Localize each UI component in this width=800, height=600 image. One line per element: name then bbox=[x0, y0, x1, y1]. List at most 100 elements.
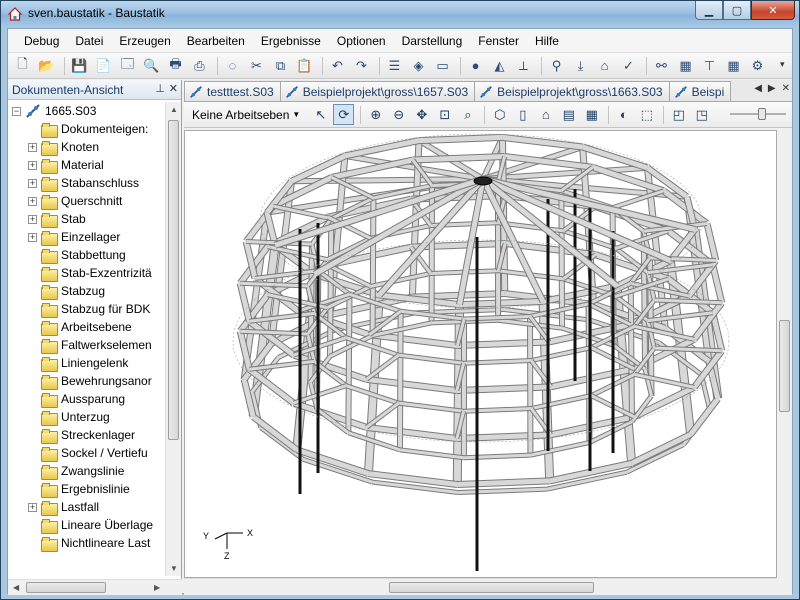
open-icon[interactable]: 📂 bbox=[36, 55, 57, 76]
tree-root[interactable]: − 1665.S03 bbox=[8, 102, 166, 120]
zoom-slider[interactable] bbox=[730, 108, 786, 120]
toolbar-overflow-icon[interactable]: ▾ bbox=[780, 59, 790, 73]
redo-icon[interactable]: ↷ bbox=[351, 55, 372, 76]
monitor-icon[interactable]: ▭ bbox=[432, 55, 453, 76]
scroll-left-icon[interactable]: ◀ bbox=[13, 583, 19, 592]
tree-item[interactable]: Arbeitsebene bbox=[8, 318, 166, 336]
tree-item[interactable]: + Einzellager bbox=[8, 228, 166, 246]
minimize-button[interactable]: ▁ bbox=[695, 1, 723, 20]
tree-item[interactable]: Streckenlager bbox=[8, 426, 166, 444]
document-icon[interactable]: 📄 bbox=[93, 55, 114, 76]
paste-icon[interactable]: 📋 bbox=[294, 55, 315, 76]
menu-debug[interactable]: Debug bbox=[16, 31, 67, 51]
zoom-out-icon[interactable]: ⊖ bbox=[388, 104, 409, 125]
tree-item[interactable]: Ergebnislinie bbox=[8, 480, 166, 498]
expand-icon[interactable]: + bbox=[28, 142, 37, 152]
copy-icon[interactable]: ⧉ bbox=[270, 55, 291, 76]
node-icon[interactable]: ⚲ bbox=[546, 55, 567, 76]
tree-item[interactable]: + Querschnitt bbox=[8, 192, 166, 210]
cut-icon[interactable]: ✂ bbox=[246, 55, 267, 76]
model-icon[interactable]: ⌂ bbox=[594, 55, 615, 76]
tree-item[interactable]: Lineare Überlage bbox=[8, 516, 166, 534]
scroll-right-icon[interactable]: ▶ bbox=[154, 583, 160, 592]
tree-item[interactable]: Faltwerkselemen bbox=[8, 336, 166, 354]
viewport-horizontal-scroll-thumb[interactable] bbox=[389, 582, 594, 593]
tree-horizontal-scroll-thumb[interactable] bbox=[26, 582, 106, 593]
document-tab[interactable]: testttest.S03 bbox=[184, 81, 281, 101]
tree-item[interactable]: + Lastfall bbox=[8, 498, 166, 516]
link-icon[interactable]: ⚯ bbox=[651, 55, 672, 76]
expand-icon[interactable]: + bbox=[28, 502, 37, 512]
tree-vertical-scrollbar[interactable]: ▲ ▼ bbox=[165, 102, 181, 576]
expand-icon[interactable]: + bbox=[28, 160, 37, 170]
menu-erzeugen[interactable]: Erzeugen bbox=[111, 31, 178, 51]
tab-close-icon[interactable]: ✕ bbox=[782, 83, 790, 94]
menu-ergebnisse[interactable]: Ergebnisse bbox=[253, 31, 329, 51]
document-tab[interactable]: Beispielprojekt\gross\1657.S03 bbox=[279, 81, 476, 101]
tree-item[interactable]: Stabzug bbox=[8, 282, 166, 300]
axis-icon[interactable]: ⟂ bbox=[513, 55, 534, 76]
cube-front-icon[interactable]: ◰ bbox=[668, 104, 689, 125]
preview-icon[interactable]: 🗔 bbox=[117, 55, 138, 76]
close-button[interactable]: ✕ bbox=[751, 1, 795, 20]
tree-item[interactable]: Dokumenteigen: bbox=[8, 120, 166, 138]
tree-item[interactable]: Aussparung bbox=[8, 390, 166, 408]
menu-bearbeiten[interactable]: Bearbeiten bbox=[179, 31, 253, 51]
collapse-icon[interactable]: − bbox=[12, 106, 21, 116]
tree-vertical-scroll-thumb[interactable] bbox=[168, 120, 179, 440]
tree-horizontal-scrollbar[interactable]: ◀ ▶ bbox=[8, 579, 182, 595]
expand-icon[interactable]: + bbox=[28, 232, 37, 242]
viewport-horizontal-scrollbar[interactable] bbox=[184, 578, 777, 595]
pan-icon[interactable]: ✥ bbox=[411, 104, 432, 125]
house-icon[interactable]: ⌂ bbox=[535, 104, 556, 125]
tree-item[interactable]: Stab-Exzentrizitä bbox=[8, 264, 166, 282]
perspective-icon[interactable]: ◭ bbox=[489, 55, 510, 76]
menu-fenster[interactable]: Fenster bbox=[470, 31, 527, 51]
3d-model-viewport[interactable]: Y X Z bbox=[184, 130, 777, 578]
lasso-icon[interactable]: ◌ bbox=[222, 55, 243, 76]
shade-icon[interactable]: ◐ bbox=[613, 104, 634, 125]
properties-icon[interactable]: ☰ bbox=[384, 55, 405, 76]
print-icon[interactable]: 🖶 bbox=[165, 55, 186, 76]
cube-side-icon[interactable]: ◳ bbox=[691, 104, 712, 125]
wireframe-icon[interactable]: ⬚ bbox=[636, 104, 657, 125]
menu-optionen[interactable]: Optionen bbox=[329, 31, 394, 51]
expand-icon[interactable]: + bbox=[28, 196, 37, 206]
tree-item[interactable]: + Stabanschluss bbox=[8, 174, 166, 192]
tab-scroll-right-icon[interactable]: ▶ bbox=[768, 83, 776, 94]
cube-view-icon[interactable]: ◈ bbox=[408, 55, 429, 76]
viewport-vertical-scroll-thumb[interactable] bbox=[779, 320, 790, 412]
expand-icon[interactable]: + bbox=[28, 214, 37, 224]
scroll-up-icon[interactable]: ▲ bbox=[170, 105, 178, 114]
render-icon[interactable]: ▦ bbox=[675, 55, 696, 76]
save-icon[interactable]: 💾 bbox=[69, 55, 90, 76]
box-icon[interactable]: ⬡ bbox=[489, 104, 510, 125]
tree-item[interactable]: Nichtlineare Last bbox=[8, 534, 166, 552]
tab-scroll-left-icon[interactable]: ◀ bbox=[754, 83, 762, 94]
scroll-down-icon[interactable]: ▼ bbox=[170, 564, 178, 573]
check-icon[interactable]: ✓ bbox=[618, 55, 639, 76]
title-bar[interactable]: sven.baustatik - Baustatik ▁ ▢ ✕ bbox=[1, 1, 799, 27]
settings-icon[interactable]: ⚙ bbox=[747, 55, 768, 76]
structure-model[interactable] bbox=[185, 131, 777, 578]
undo-icon[interactable]: ↶ bbox=[327, 55, 348, 76]
zoom-window-icon[interactable]: ⊡ bbox=[434, 104, 455, 125]
viewport-vertical-scrollbar[interactable] bbox=[777, 130, 792, 578]
load-icon[interactable]: ⤓ bbox=[570, 55, 591, 76]
maximize-button[interactable]: ▢ bbox=[723, 1, 751, 20]
tree-item[interactable]: Stabzug für BDK bbox=[8, 300, 166, 318]
tree-item[interactable]: + Stab bbox=[8, 210, 166, 228]
menu-hilfe[interactable]: Hilfe bbox=[527, 31, 567, 51]
menu-darstellung[interactable]: Darstellung bbox=[394, 31, 471, 51]
wall-icon[interactable]: ▤ bbox=[558, 104, 579, 125]
print-preview-icon[interactable]: 🔍 bbox=[141, 55, 162, 76]
menu-datei[interactable]: Datei bbox=[67, 31, 111, 51]
zoom-all-icon[interactable]: ⌕ bbox=[457, 104, 478, 125]
new-icon[interactable]: 🗋 bbox=[12, 55, 33, 76]
tree-item[interactable]: Unterzug bbox=[8, 408, 166, 426]
expand-icon[interactable]: + bbox=[28, 178, 37, 188]
tree-item[interactable]: + Material bbox=[8, 156, 166, 174]
tree-item[interactable]: Sockel / Vertiefu bbox=[8, 444, 166, 462]
beam-icon[interactable]: ⊤ bbox=[699, 55, 720, 76]
tree-item[interactable]: Liniengelenk bbox=[8, 354, 166, 372]
